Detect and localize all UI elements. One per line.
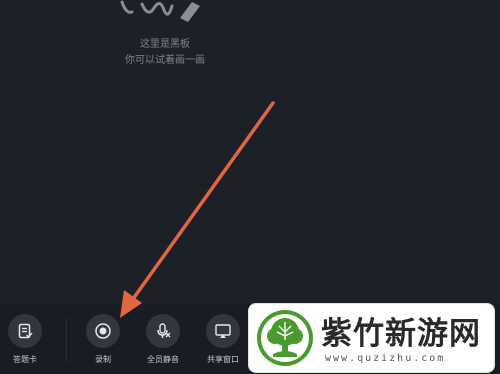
app-window: 这里是黑板 你可以试着画一画 答题卡 录制 全员静音 共享窗口 紫竹新游网 ww… [0, 0, 500, 374]
blackboard-hint-subtitle: 你可以试着画一画 [125, 55, 205, 66]
bamboo-tree-logo-icon [257, 310, 313, 366]
mute-all-icon [157, 323, 171, 338]
answer-card-label: 答题卡 [13, 355, 37, 364]
mute-all-button[interactable]: 全员静音 [133, 314, 193, 372]
blackboard-illustration-icon [120, 0, 200, 22]
record-button[interactable]: 录制 [73, 314, 133, 372]
watermark-url: www.quzizhu.com [325, 353, 446, 364]
toolbar-divider [66, 318, 67, 362]
share-window-label: 共享窗口 [207, 355, 239, 364]
blackboard-canvas[interactable]: 这里是黑板 你可以试着画一画 [0, 0, 500, 304]
share-window-icon [215, 324, 231, 338]
watermark-title: 紫竹新游网 [321, 316, 481, 352]
blackboard-hint-title: 这里是黑板 [140, 39, 190, 50]
share-window-button[interactable]: 共享窗口 [193, 314, 253, 372]
record-label: 录制 [95, 355, 111, 364]
answer-card-icon [18, 323, 33, 339]
record-icon [95, 323, 111, 339]
site-watermark: 紫竹新游网 www.quzizhu.com [248, 303, 495, 373]
mute-all-label: 全员静音 [147, 355, 179, 364]
answer-card-button[interactable]: 答题卡 [0, 314, 55, 372]
